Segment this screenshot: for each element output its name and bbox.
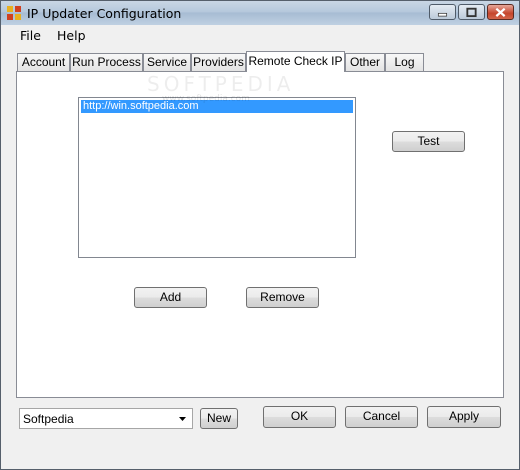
tab-run-process[interactable]: Run Process <box>70 53 143 71</box>
add-button[interactable]: Add <box>134 287 207 308</box>
tab-other[interactable]: Other <box>345 53 385 71</box>
close-button[interactable] <box>487 4 514 20</box>
tab-remote-check-ip[interactable]: Remote Check IP <box>246 51 345 72</box>
profile-value: Softpedia <box>23 412 74 426</box>
new-button[interactable]: New <box>200 408 238 429</box>
test-button[interactable]: Test <box>392 131 465 152</box>
minimize-icon <box>437 12 448 17</box>
menu-help[interactable]: Help <box>56 28 87 43</box>
watermark-url: www.softpedia.com <box>162 94 250 104</box>
cancel-button[interactable]: Cancel <box>345 406 418 428</box>
close-icon <box>495 7 506 17</box>
remove-button[interactable]: Remove <box>246 287 319 308</box>
chevron-down-icon[interactable] <box>175 411 190 426</box>
ok-button[interactable]: OK <box>263 406 336 428</box>
remote-check-ip-panel: SOFTPEDIA www.softpedia.com http://win.s… <box>16 71 504 398</box>
title-bar[interactable]: IP Updater Configuration <box>1 1 519 26</box>
menu-bar: File Help <box>1 25 519 47</box>
app-icon <box>7 6 21 20</box>
watermark-logo: SOFTPEDIA <box>147 72 295 96</box>
app-window: IP Updater Configuration File Help Accou… <box>0 0 520 470</box>
tab-providers[interactable]: Providers <box>191 53 246 71</box>
maximize-icon <box>466 7 477 18</box>
minimize-button[interactable] <box>429 4 456 20</box>
maximize-button[interactable] <box>458 4 485 20</box>
menu-file[interactable]: File <box>19 28 42 43</box>
tab-log[interactable]: Log <box>385 53 424 71</box>
apply-button[interactable]: Apply <box>427 406 501 428</box>
profile-combobox[interactable]: Softpedia <box>19 408 193 429</box>
url-listbox[interactable]: http://win.softpedia.com <box>78 97 356 258</box>
tab-service[interactable]: Service <box>143 53 191 71</box>
window-title: IP Updater Configuration <box>27 6 182 21</box>
tab-account[interactable]: Account <box>17 53 70 71</box>
